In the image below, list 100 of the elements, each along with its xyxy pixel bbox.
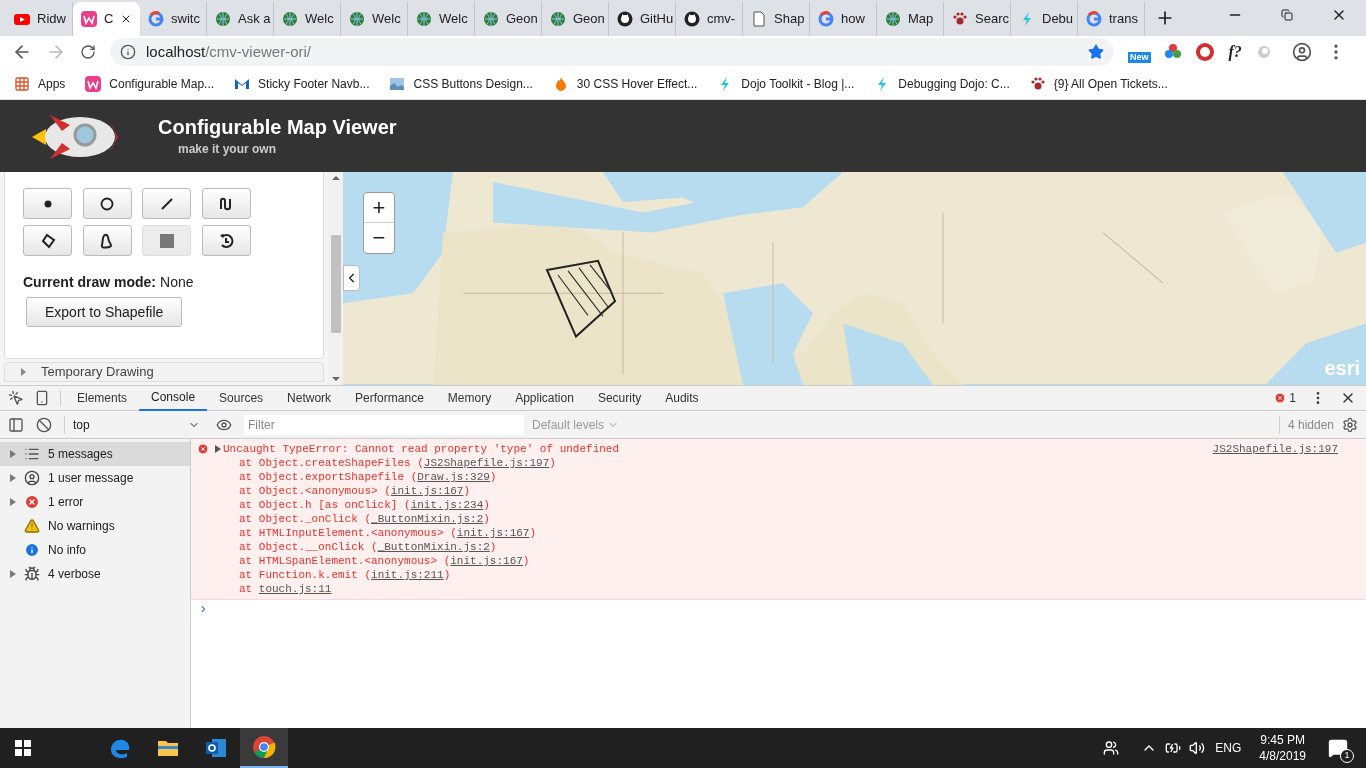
source-link[interactable]: Draw.js:329 xyxy=(417,471,490,483)
people-icon[interactable] xyxy=(1103,740,1120,756)
devtools-tab[interactable]: Security xyxy=(585,385,654,411)
stack-line: at touch.js:11 xyxy=(238,582,333,596)
globe-icon xyxy=(416,11,432,27)
devtools-tab[interactable]: Memory xyxy=(435,385,504,411)
bookmark-item[interactable]: Debugging Dojo: C... xyxy=(874,74,1010,93)
freehand-polygon-icon xyxy=(99,232,115,249)
devtools-tab[interactable]: Elements xyxy=(65,385,140,411)
error-icon xyxy=(1274,392,1287,404)
chrome-taskbar-button[interactable] xyxy=(240,728,288,768)
volume-icon[interactable] xyxy=(1189,740,1206,756)
console-filter-item[interactable]: 5 messages xyxy=(0,442,190,466)
globe-icon xyxy=(550,11,566,27)
reload-icon[interactable] xyxy=(80,44,96,60)
bookmark-item[interactable]: Apps xyxy=(14,74,66,93)
error-icon xyxy=(197,443,209,455)
bookmark-item[interactable]: Configurable Map... xyxy=(85,74,215,93)
browser-tab[interactable]: C xyxy=(73,2,140,36)
extension-button[interactable]: f? xyxy=(1228,40,1242,64)
globe-icon xyxy=(349,11,365,27)
bookmark-item[interactable]: {9} All Open Tickets... xyxy=(1029,74,1168,93)
bookmark-item[interactable]: Sticky Footer Navb... xyxy=(234,74,370,93)
google-icon xyxy=(818,11,834,27)
globe-icon xyxy=(282,11,298,27)
devtools-tab[interactable]: Performance xyxy=(343,385,436,411)
draw-tool-button[interactable] xyxy=(201,225,251,256)
apps-icon xyxy=(14,75,30,92)
settings-icon[interactable] xyxy=(1342,416,1358,433)
undo-icon xyxy=(218,232,234,249)
bookmark-item[interactable]: Dojo Toolkit - Blog |... xyxy=(717,74,855,93)
squiggle-icon xyxy=(218,195,234,212)
extension-badge[interactable]: New xyxy=(1128,51,1151,63)
source-link[interactable]: JS2Shapefile.js:197 xyxy=(1212,442,1338,456)
bookmark-item[interactable]: 30 CSS Hover Effect... xyxy=(552,74,698,93)
error-counter[interactable]: 1 xyxy=(1274,389,1296,407)
export-button[interactable]: Export to Shapefile xyxy=(26,297,183,327)
inspect-icon[interactable] xyxy=(8,390,24,406)
source-link[interactable]: _ButtonMixin.js:2 xyxy=(377,541,490,553)
source-link[interactable]: init.js:167 xyxy=(456,527,530,539)
devtools-tab[interactable]: Network xyxy=(275,385,344,411)
info-icon xyxy=(24,542,40,558)
source-link[interactable]: JS2Shapefile.js:197 xyxy=(423,457,550,469)
source-link[interactable]: init.js:234 xyxy=(410,499,484,511)
accordion-header[interactable]: Temporary Drawing xyxy=(4,362,324,382)
battery-icon[interactable] xyxy=(1165,740,1182,756)
stack-line: at HTMLInputElement.<anonymous> (init.js:167) xyxy=(238,526,538,540)
warning-icon xyxy=(24,518,40,534)
language-indicator[interactable]: ENG xyxy=(1215,739,1242,757)
console-filter-item[interactable]: 1 error xyxy=(0,490,190,514)
devtools-tab[interactable]: Application xyxy=(503,385,586,411)
chrome-icon xyxy=(252,735,276,759)
app-title: Configurable Map Viewer xyxy=(158,115,397,140)
stack-line: at Object._onClick (_ButtonMixin.js:2) xyxy=(238,512,491,526)
source-link[interactable]: init.js:211 xyxy=(371,569,444,581)
devtools-tab[interactable]: Audits xyxy=(653,385,711,411)
square-icon xyxy=(158,232,175,249)
context-select[interactable]: top xyxy=(64,415,204,434)
draw-tool-button[interactable] xyxy=(82,188,132,219)
filter-field[interactable]: Filter xyxy=(244,414,524,435)
zoom-out-button[interactable]: − xyxy=(364,223,394,253)
draw-tool-button[interactable] xyxy=(23,225,72,256)
draw-tool-button[interactable] xyxy=(23,188,72,219)
restore-icon[interactable] xyxy=(1281,9,1293,21)
bug-icon xyxy=(24,566,40,582)
app-subtitle: make it your own xyxy=(178,141,278,158)
devtools-tab[interactable]: Sources xyxy=(207,385,276,411)
video-icon xyxy=(14,11,30,27)
source-link[interactable]: init.js:167 xyxy=(450,555,523,567)
console-filter-item[interactable]: No info xyxy=(0,538,190,562)
address-bar[interactable]: localhost/cmv-viewer-ori/ xyxy=(110,38,1114,66)
profile-icon[interactable] xyxy=(1291,42,1312,62)
color-wheel-icon[interactable] xyxy=(1164,44,1181,60)
collapse-panel-button[interactable] xyxy=(343,265,360,291)
app-icon xyxy=(85,75,102,92)
device-icon[interactable] xyxy=(34,390,50,406)
bookmark-item[interactable]: CSS Buttons Design... xyxy=(389,74,533,93)
source-link[interactable]: init.js:167 xyxy=(390,485,464,497)
console-filter-item[interactable]: 1 user message xyxy=(0,466,190,490)
clear-icon[interactable] xyxy=(36,416,52,433)
console-filter-item[interactable]: No warnings xyxy=(0,514,190,538)
windows-start-icon[interactable] xyxy=(15,740,31,756)
stack-line: at HTMLSpanElement.<anonymous> (init.js:167) xyxy=(238,554,531,568)
source-link[interactable]: _ButtonMixin.js:2 xyxy=(371,513,484,525)
stack-line: at Object.h [as onClick] (init.js:234) xyxy=(238,498,491,512)
zoom-in-button[interactable]: + xyxy=(364,193,394,223)
draw-tool-button[interactable] xyxy=(201,188,251,219)
sidebar-toggle-icon[interactable] xyxy=(8,416,24,433)
polygon-icon xyxy=(39,232,56,249)
clock[interactable]: 9:45 PM 4/8/2019 xyxy=(1259,732,1306,764)
paw-icon xyxy=(1029,75,1046,92)
draw-tool-button[interactable] xyxy=(82,225,132,256)
console-prompt[interactable]: › xyxy=(191,600,1366,618)
console-filter-item[interactable]: 4 verbose xyxy=(0,562,190,586)
stack-line: at Object.<anonymous> (init.js:167) xyxy=(238,484,472,498)
url-text: localhost/cmv-viewer-ori/ xyxy=(146,41,312,62)
mail-app-icon[interactable] xyxy=(204,736,228,760)
source-link[interactable]: touch.js:11 xyxy=(258,583,332,595)
expand-arrow-icon[interactable] xyxy=(215,445,221,453)
bookmark-star-icon[interactable] xyxy=(1088,44,1104,60)
